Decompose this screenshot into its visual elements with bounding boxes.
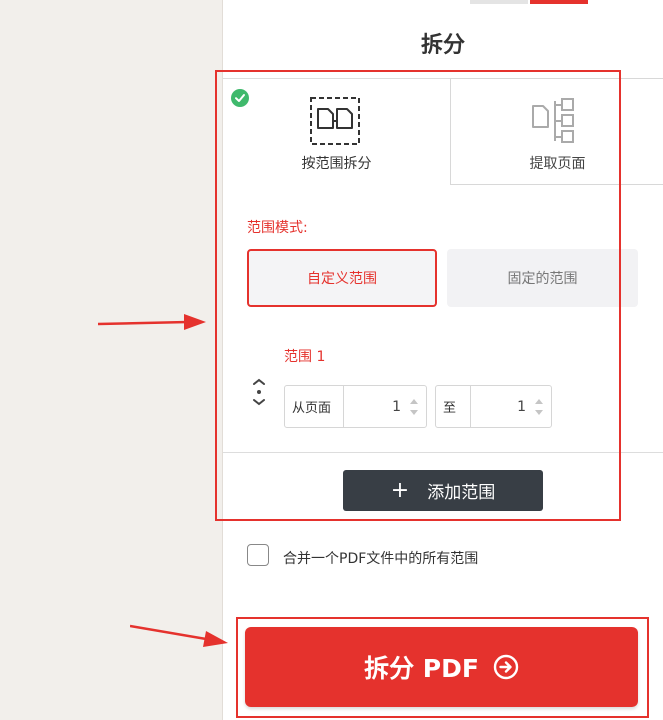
range-title: 范围 1	[284, 349, 326, 365]
annotation-arrow	[130, 624, 228, 647]
split-pdf-button[interactable]: 拆分 PDF	[245, 627, 638, 707]
split-range-icon	[310, 97, 360, 145]
spinner-arrows-icon[interactable]	[409, 396, 419, 418]
range-mode-label: 范围模式:	[247, 220, 308, 236]
extract-pages-icon	[532, 98, 574, 143]
check-icon	[231, 89, 249, 107]
from-page-field[interactable]: 从页面 1	[284, 385, 427, 428]
to-page-field[interactable]: 至 1	[435, 385, 552, 428]
top-tab-indicator	[470, 0, 528, 4]
spinner-arrows-icon[interactable]	[534, 396, 544, 418]
fixed-range-button[interactable]: 固定的范围	[447, 249, 638, 307]
workspace-canvas	[0, 0, 223, 720]
from-page-value[interactable]: 1	[392, 386, 401, 427]
to-page-value[interactable]: 1	[517, 386, 526, 427]
drag-handle-icon[interactable]	[251, 378, 267, 406]
arrow-right-circle-icon	[493, 654, 519, 680]
divider	[223, 452, 663, 453]
split-pdf-label: 拆分 PDF	[364, 654, 479, 683]
tab-split-by-range-label: 按范围拆分	[301, 156, 372, 172]
merge-ranges-label: 合并一个PDF文件中的所有范围	[283, 551, 479, 567]
top-tab-active-indicator	[530, 0, 588, 4]
add-range-button[interactable]: + 添加范围	[343, 470, 543, 511]
add-range-label: 添加范围	[427, 483, 496, 503]
tab-extract-pages-label: 提取页面	[529, 156, 586, 172]
plus-icon: +	[390, 478, 410, 503]
to-page-label: 至	[436, 386, 471, 427]
tab-split-by-range[interactable]: 按范围拆分	[223, 78, 450, 185]
from-page-label: 从页面	[285, 386, 344, 427]
page-title: 拆分	[420, 33, 465, 58]
merge-ranges-checkbox[interactable]	[247, 544, 269, 566]
custom-range-button[interactable]: 自定义范围	[247, 249, 437, 307]
split-mode-tabs: 按范围拆分 提取页面	[223, 78, 663, 185]
annotation-arrow	[98, 314, 206, 330]
tab-extract-pages[interactable]: 提取页面	[450, 78, 663, 185]
